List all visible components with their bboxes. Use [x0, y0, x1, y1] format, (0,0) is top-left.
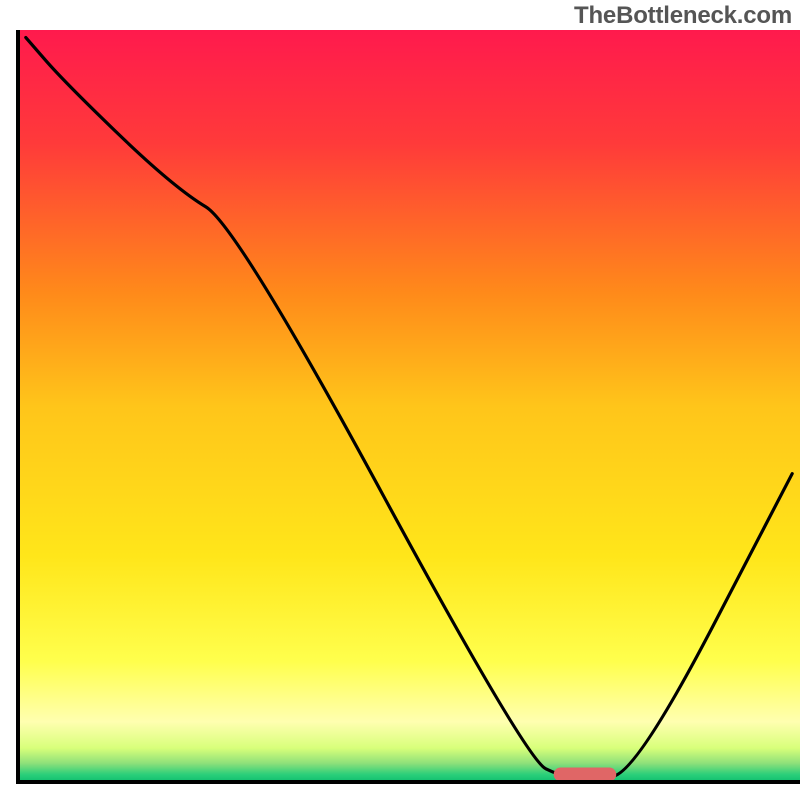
bottleneck-chart: [0, 0, 800, 800]
optimal-marker: [554, 767, 617, 781]
chart-container: { "watermark": "TheBottleneck.com", "cha…: [0, 0, 800, 800]
watermark-label: TheBottleneck.com: [574, 2, 792, 30]
gradient-background: [18, 30, 800, 782]
